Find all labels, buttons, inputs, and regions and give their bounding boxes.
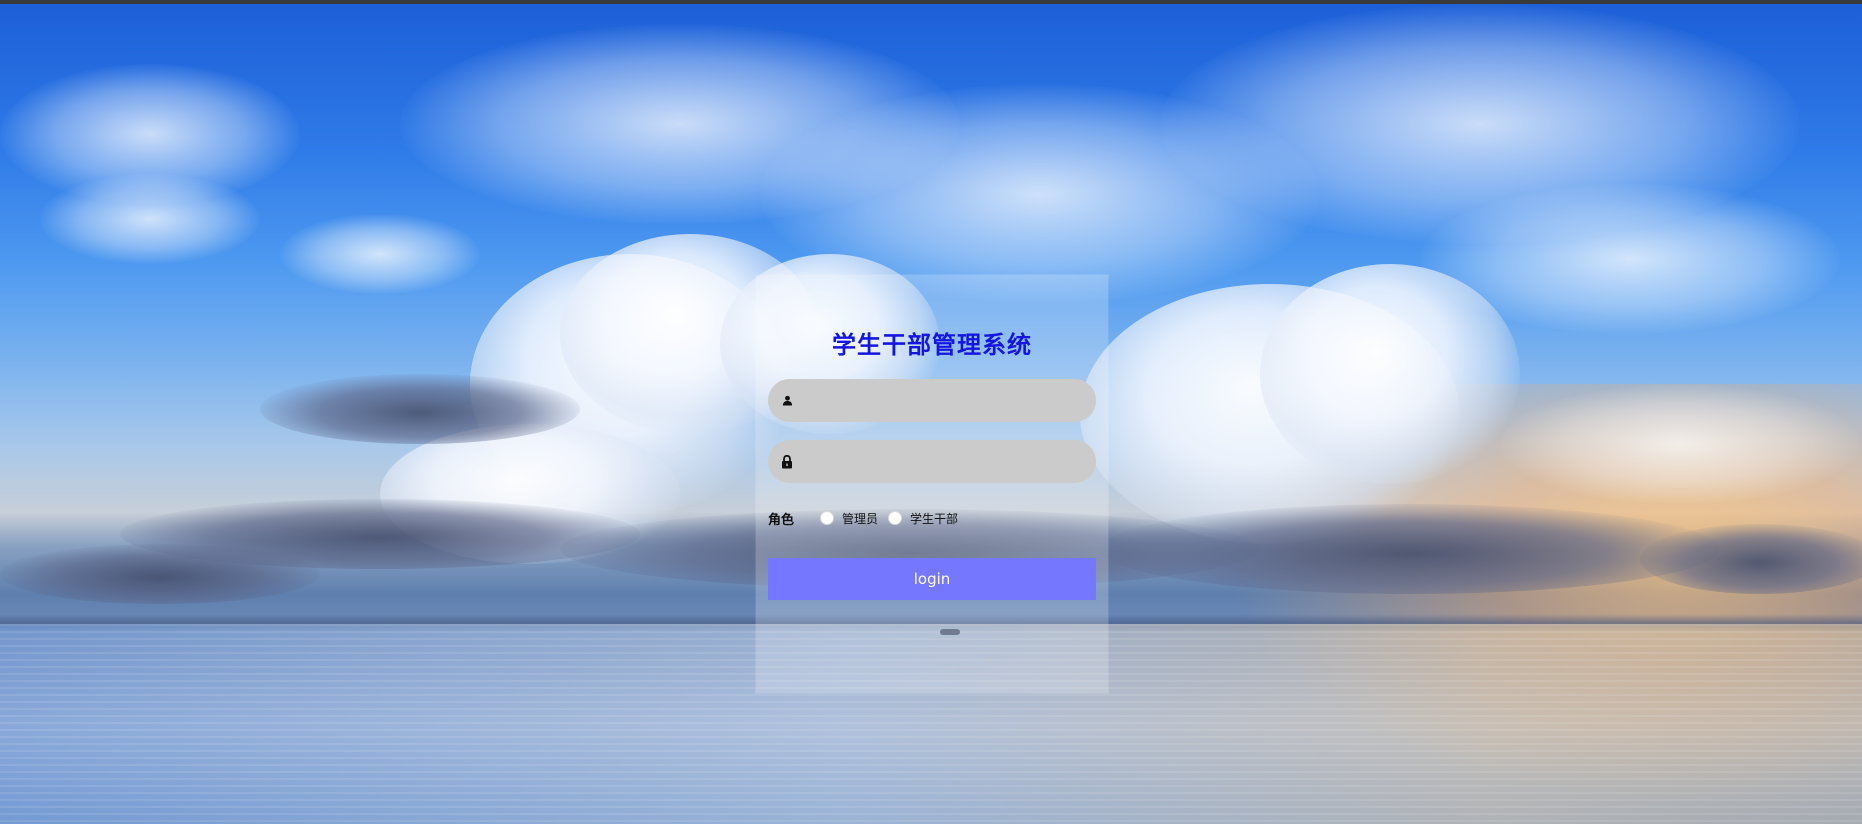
login-card: 学生干部管理系统 角色 管理员 学生干部 login bbox=[756, 275, 1108, 693]
cloud bbox=[1100, 504, 1720, 594]
lock-icon bbox=[779, 440, 795, 483]
cloud bbox=[280, 214, 480, 294]
cloud bbox=[40, 174, 260, 264]
radio-admin[interactable] bbox=[820, 511, 834, 525]
username-input[interactable] bbox=[802, 379, 1086, 424]
cloud bbox=[260, 374, 580, 444]
user-icon bbox=[779, 379, 795, 422]
role-option-admin-label: 管理员 bbox=[842, 511, 879, 526]
password-input[interactable] bbox=[802, 440, 1086, 485]
password-field[interactable] bbox=[768, 440, 1096, 485]
login-button[interactable]: login bbox=[768, 558, 1096, 600]
login-title: 学生干部管理系统 bbox=[832, 331, 1032, 359]
cloud bbox=[0, 544, 320, 604]
role-selector: 角色 管理员 学生干部 bbox=[768, 507, 1096, 529]
role-option-admin[interactable]: 管理员 bbox=[820, 510, 882, 527]
username-field[interactable] bbox=[768, 379, 1096, 424]
radio-cadre[interactable] bbox=[888, 511, 903, 525]
role-label: 角色 bbox=[768, 512, 795, 528]
role-option-cadre-label: 学生干部 bbox=[910, 511, 959, 526]
cloud bbox=[1260, 264, 1520, 484]
role-option-cadre[interactable]: 学生干部 bbox=[888, 510, 962, 527]
cloud bbox=[1500, 384, 1860, 504]
